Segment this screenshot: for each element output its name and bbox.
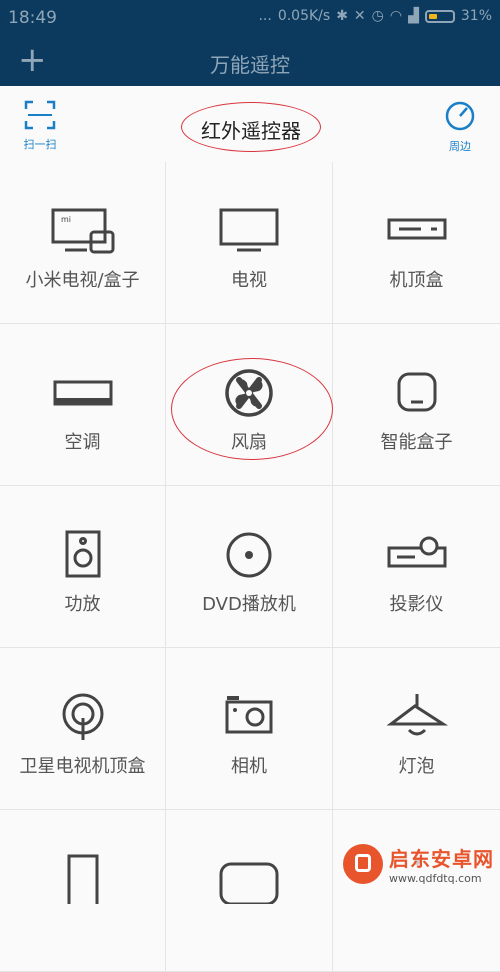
dvd-icon bbox=[217, 530, 281, 580]
device-item[interactable] bbox=[0, 810, 166, 972]
device-item[interactable]: 灯泡 bbox=[333, 648, 500, 810]
dots-icon: ... bbox=[258, 8, 272, 24]
device-item[interactable] bbox=[333, 810, 500, 972]
nearby-button[interactable]: 周边 bbox=[438, 100, 482, 153]
device-label: DVD播放机 bbox=[202, 594, 296, 615]
device-label: 空调 bbox=[64, 432, 101, 453]
projector-icon bbox=[385, 530, 449, 580]
device-item[interactable]: 投影仪 bbox=[333, 486, 500, 648]
network-speed: 0.05K/s bbox=[277, 8, 331, 24]
device-item[interactable]: 风扇 bbox=[166, 324, 333, 486]
page-header: 扫一扫 红外遥控器 周边 bbox=[0, 86, 500, 163]
bluetooth-icon: ✱ bbox=[336, 8, 348, 24]
status-icons: ... 0.05K/s ✱ ✕ ◷ ◠ ▟ 31% bbox=[258, 8, 492, 24]
device-item[interactable]: 电视 bbox=[166, 162, 333, 324]
scan-label: 扫一扫 bbox=[23, 138, 57, 151]
set-top-box-icon bbox=[385, 206, 449, 256]
device-label: 电视 bbox=[231, 270, 267, 291]
mi-tv-box-icon: mi bbox=[51, 206, 115, 256]
wifi-icon: ◠ bbox=[389, 8, 403, 24]
round-rect-icon bbox=[217, 854, 281, 904]
fan-icon bbox=[217, 368, 281, 418]
device-item[interactable]: 卫星电视机顶盒 bbox=[0, 648, 166, 810]
watermark: 启东安卓网 www.qdfdtq.com bbox=[343, 843, 494, 885]
nearby-label: 周边 bbox=[449, 140, 471, 153]
status-bar: 18:49 ... 0.05K/s ✱ ✕ ◷ ◠ ▟ 31% bbox=[0, 0, 500, 36]
device-label: 灯泡 bbox=[398, 756, 435, 777]
speaker-icon bbox=[51, 530, 115, 580]
device-item[interactable]: mi 小米电视/盒子 bbox=[0, 162, 166, 324]
title-annotation: 红外遥控器 bbox=[181, 102, 321, 152]
app-title: 万能遥控 bbox=[210, 53, 290, 77]
tablet-icon bbox=[51, 854, 115, 904]
device-item[interactable]: 相机 bbox=[166, 648, 333, 810]
scan-icon bbox=[24, 100, 56, 130]
device-item[interactable] bbox=[166, 810, 333, 972]
device-item[interactable]: 智能盒子 bbox=[333, 324, 500, 486]
watermark-url: www.qdfdtq.com bbox=[389, 872, 482, 885]
device-label: 小米电视/盒子 bbox=[25, 270, 140, 291]
signal-icon: ▟ bbox=[408, 8, 419, 24]
svg-text:mi: mi bbox=[61, 215, 71, 224]
camera-icon bbox=[217, 692, 281, 742]
device-label: 卫星电视机顶盒 bbox=[19, 756, 146, 777]
satellite-box-icon bbox=[51, 692, 115, 742]
battery-icon bbox=[424, 9, 455, 23]
device-label: 风扇 bbox=[231, 432, 267, 453]
air-conditioner-icon bbox=[51, 368, 115, 418]
device-item[interactable]: 机顶盒 bbox=[333, 162, 500, 324]
page-title: 红外遥控器 bbox=[201, 119, 301, 143]
smart-box-icon bbox=[385, 368, 449, 418]
alarm-icon: ◷ bbox=[371, 8, 384, 24]
device-label: 相机 bbox=[231, 756, 267, 777]
compass-icon bbox=[445, 101, 475, 131]
vibrate-off-icon: ✕ bbox=[353, 8, 366, 24]
watermark-logo-icon bbox=[343, 844, 383, 884]
device-label: 机顶盒 bbox=[389, 270, 444, 291]
device-label: 功放 bbox=[64, 594, 101, 615]
device-item[interactable]: 空调 bbox=[0, 324, 166, 486]
watermark-brand: 启东安卓网 bbox=[389, 847, 494, 871]
device-item[interactable]: 功放 bbox=[0, 486, 166, 648]
battery-percent: 31% bbox=[460, 8, 492, 24]
device-label: 智能盒子 bbox=[380, 432, 453, 453]
app-bar: + 万能遥控 bbox=[0, 36, 500, 86]
lamp-icon bbox=[385, 692, 449, 742]
device-item[interactable]: DVD播放机 bbox=[166, 486, 333, 648]
status-time: 18:49 bbox=[8, 8, 57, 28]
device-label: 投影仪 bbox=[389, 594, 444, 615]
tv-icon bbox=[217, 206, 281, 256]
scan-button[interactable]: 扫一扫 bbox=[18, 100, 62, 152]
